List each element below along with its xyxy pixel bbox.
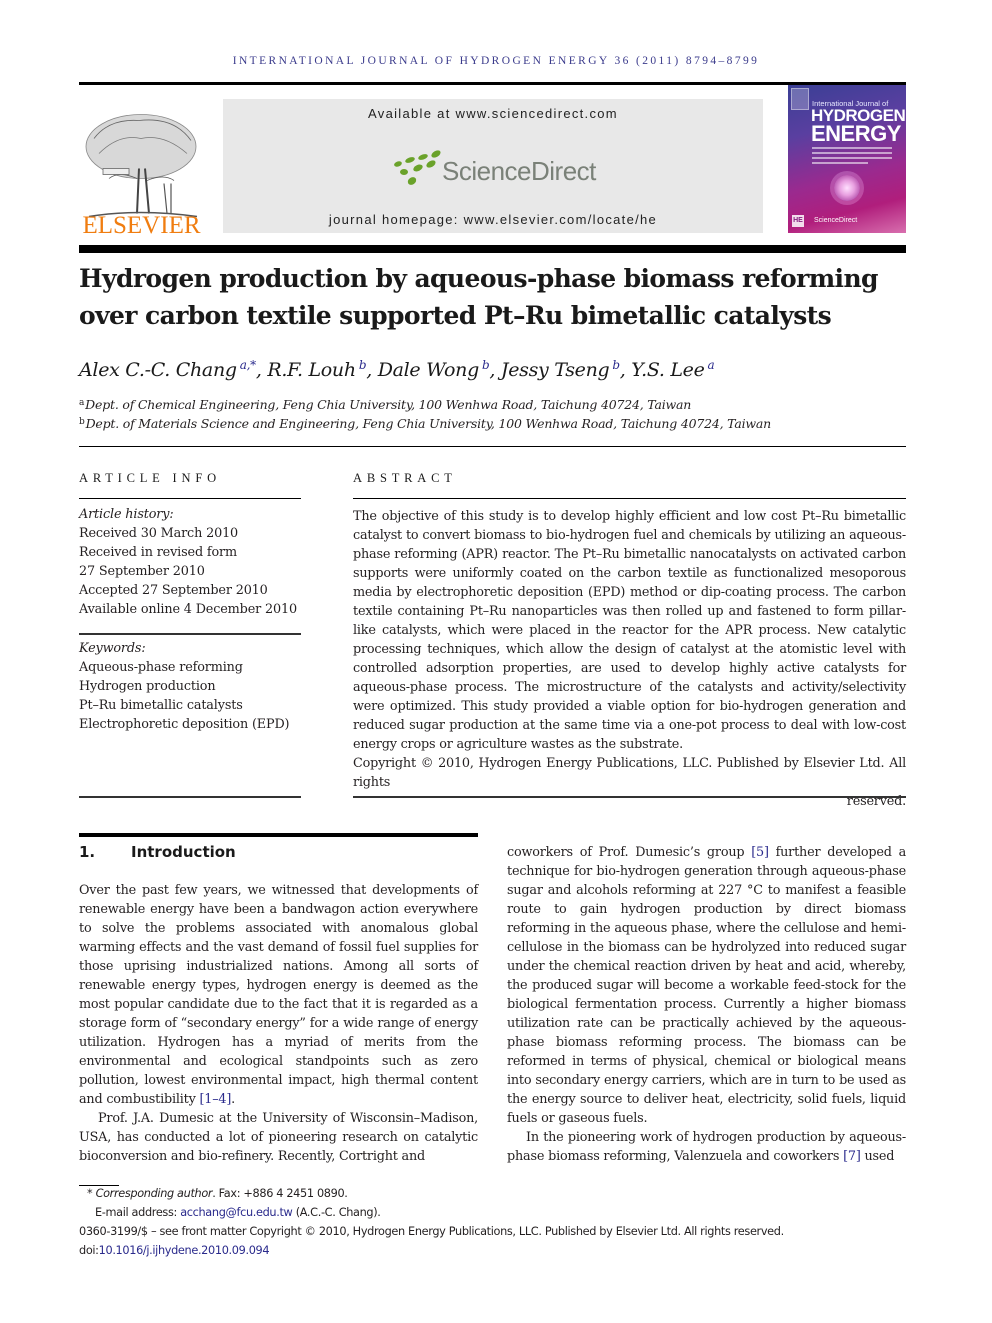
masthead-bottom-rule	[79, 245, 906, 253]
author-name[interactable]: R.F. Louh	[267, 359, 356, 381]
abstract-copyright-cont: reserved.	[846, 794, 906, 809]
paragraph-text: Over the past few years, we witnessed th…	[79, 883, 478, 1107]
keywords-rule	[79, 633, 301, 635]
author-separator: ,	[619, 359, 632, 381]
affiliation-mark: a	[79, 398, 85, 408]
article-info-rule	[79, 498, 301, 499]
author-separator: ,	[255, 359, 268, 381]
available-at-text[interactable]: Available at www.sciencedirect.com	[223, 106, 763, 121]
email-link[interactable]: acchang@fcu.edu.tw	[180, 1206, 293, 1219]
paragraph: Prof. J.A. Dumesic at the University of …	[79, 1111, 478, 1164]
fax-number: . Fax: +886 4 2451 0890.	[212, 1187, 348, 1200]
author-affil-sup[interactable]: a	[708, 358, 715, 372]
cover-elsevier-mark	[791, 88, 809, 110]
history-item: Received 30 March 2010	[79, 526, 239, 541]
abstract-text: The objective of this study is to develo…	[353, 509, 906, 752]
doi-link[interactable]: 10.1016/j.ijhydene.2010.09.094	[99, 1244, 270, 1257]
cover-footer: ScienceDirect	[814, 217, 858, 224]
title-line-1: Hydrogen production by aqueous-phase bio…	[79, 264, 879, 293]
running-head: INTERNATIONAL JOURNAL OF HYDROGEN ENERGY…	[232, 55, 760, 67]
paragraph-text: used	[860, 1149, 895, 1164]
author-name[interactable]: Y.S. Lee	[631, 359, 705, 381]
paragraph-text: further developed a technique for bio-hy…	[507, 845, 906, 1126]
paragraph: Over the past few years, we witnessed th…	[79, 881, 478, 1109]
front-matter-note: 0360-3199/$ – see front matter Copyright…	[79, 1225, 784, 1238]
masthead-top-rule	[79, 82, 906, 85]
article-title: Hydrogen production by aqueous-phase bio…	[79, 260, 909, 334]
author-separator: ,	[366, 359, 378, 381]
author-affil-sup[interactable]: a,*	[240, 358, 256, 372]
cover-title-line3: ENERGY	[811, 121, 901, 146]
citation-link[interactable]: [1–4]	[199, 1092, 231, 1107]
article-info-bottom-rule	[79, 796, 301, 798]
cover-editor-lines	[812, 147, 892, 167]
history-item: Received in revised form	[79, 545, 238, 560]
corresponding-author-note: * Corresponding author. Fax: +886 4 2451…	[87, 1187, 348, 1200]
cover-badge: HE	[792, 215, 804, 227]
history-item: Available online 4 December 2010	[79, 602, 297, 617]
cover-orb-graphic	[834, 175, 860, 201]
footnote-rule	[79, 1185, 119, 1186]
keyword-item[interactable]: Electrophoretic deposition (EPD)	[79, 717, 290, 732]
footnote-mark: *	[87, 1187, 93, 1200]
keyword-item[interactable]: Pt–Ru bimetallic catalysts	[79, 698, 243, 713]
section-title: Introduction	[131, 843, 236, 861]
email-label: E-mail address:	[95, 1206, 181, 1219]
affiliation-b: bDept. of Materials Science and Engineer…	[79, 416, 771, 431]
keyword-item[interactable]: Hydrogen production	[79, 679, 216, 694]
elsevier-wordmark: ELSEVIER	[82, 212, 201, 239]
author-separator: ,	[489, 359, 501, 381]
author-name[interactable]: Dale Wong	[378, 359, 480, 381]
citation-link[interactable]: [7]	[843, 1149, 861, 1164]
history-label: Article history:	[79, 507, 174, 522]
body-column-right: coworkers of Prof. Dumesic’s group [5] f…	[507, 843, 906, 1166]
article-info-heading: ARTICLE INFO	[79, 471, 221, 485]
affiliation-mark: b	[79, 417, 85, 427]
author-affil-sup[interactable]: b	[612, 358, 620, 372]
journal-homepage-text[interactable]: journal homepage: www.elsevier.com/locat…	[223, 212, 763, 227]
doi-label: doi:	[79, 1244, 99, 1257]
email-suffix: (A.C.-C. Chang).	[292, 1206, 381, 1219]
paragraph-text: coworkers of Prof. Dumesic’s group	[507, 845, 752, 860]
journal-cover-image[interactable]: International Journal of HYDROGEN ENERGY…	[788, 85, 906, 233]
abstract-heading: ABSTRACT	[353, 471, 457, 485]
paragraph-text: .	[231, 1092, 236, 1107]
author-name[interactable]: Jessy Tseng	[501, 359, 610, 381]
title-line-2: over carbon textile supported Pt–Ru bime…	[79, 301, 832, 330]
history-item: Accepted 27 September 2010	[79, 583, 268, 598]
affiliation-text: Dept. of Chemical Engineering, Feng Chia…	[85, 397, 692, 412]
doi-note: doi:10.1016/j.ijhydene.2010.09.094	[79, 1244, 270, 1257]
paragraph: In the pioneering work of hydrogen produ…	[507, 1128, 906, 1166]
body-column-left: Over the past few years, we witnessed th…	[79, 881, 478, 1166]
authors-divider	[79, 446, 906, 447]
sciencedirect-wordmark: ScienceDirect	[442, 156, 596, 186]
section-rule	[79, 833, 478, 837]
section-heading-introduction: 1. Introduction	[79, 843, 236, 861]
history-item: 27 September 2010	[79, 564, 205, 579]
citation-link[interactable]: [5]	[751, 845, 769, 860]
section-number: 1.	[79, 843, 96, 861]
abstract-rule	[353, 498, 906, 499]
abstract-bottom-rule	[353, 796, 906, 798]
affiliation-a: aDept. of Chemical Engineering, Feng Chi…	[79, 397, 691, 412]
paragraph: coworkers of Prof. Dumesic’s group [5] f…	[507, 843, 906, 1128]
footnote-label: Corresponding author	[95, 1187, 213, 1200]
author-list: Alex C.-C. Chang a,*, R.F. Louh b, Dale Wo…	[79, 358, 715, 381]
affiliation-text: Dept. of Materials Science and Engineeri…	[85, 416, 772, 431]
keywords-label: Keywords:	[79, 641, 146, 656]
author-name[interactable]: Alex C.-C. Chang	[79, 359, 237, 381]
abstract-copyright: Copyright © 2010, Hydrogen Energy Public…	[353, 756, 906, 790]
keyword-item[interactable]: Aqueous-phase reforming	[79, 660, 243, 675]
email-note: E-mail address: acchang@fcu.edu.tw (A.C.…	[95, 1206, 381, 1219]
abstract-body: The objective of this study is to develo…	[353, 507, 906, 811]
